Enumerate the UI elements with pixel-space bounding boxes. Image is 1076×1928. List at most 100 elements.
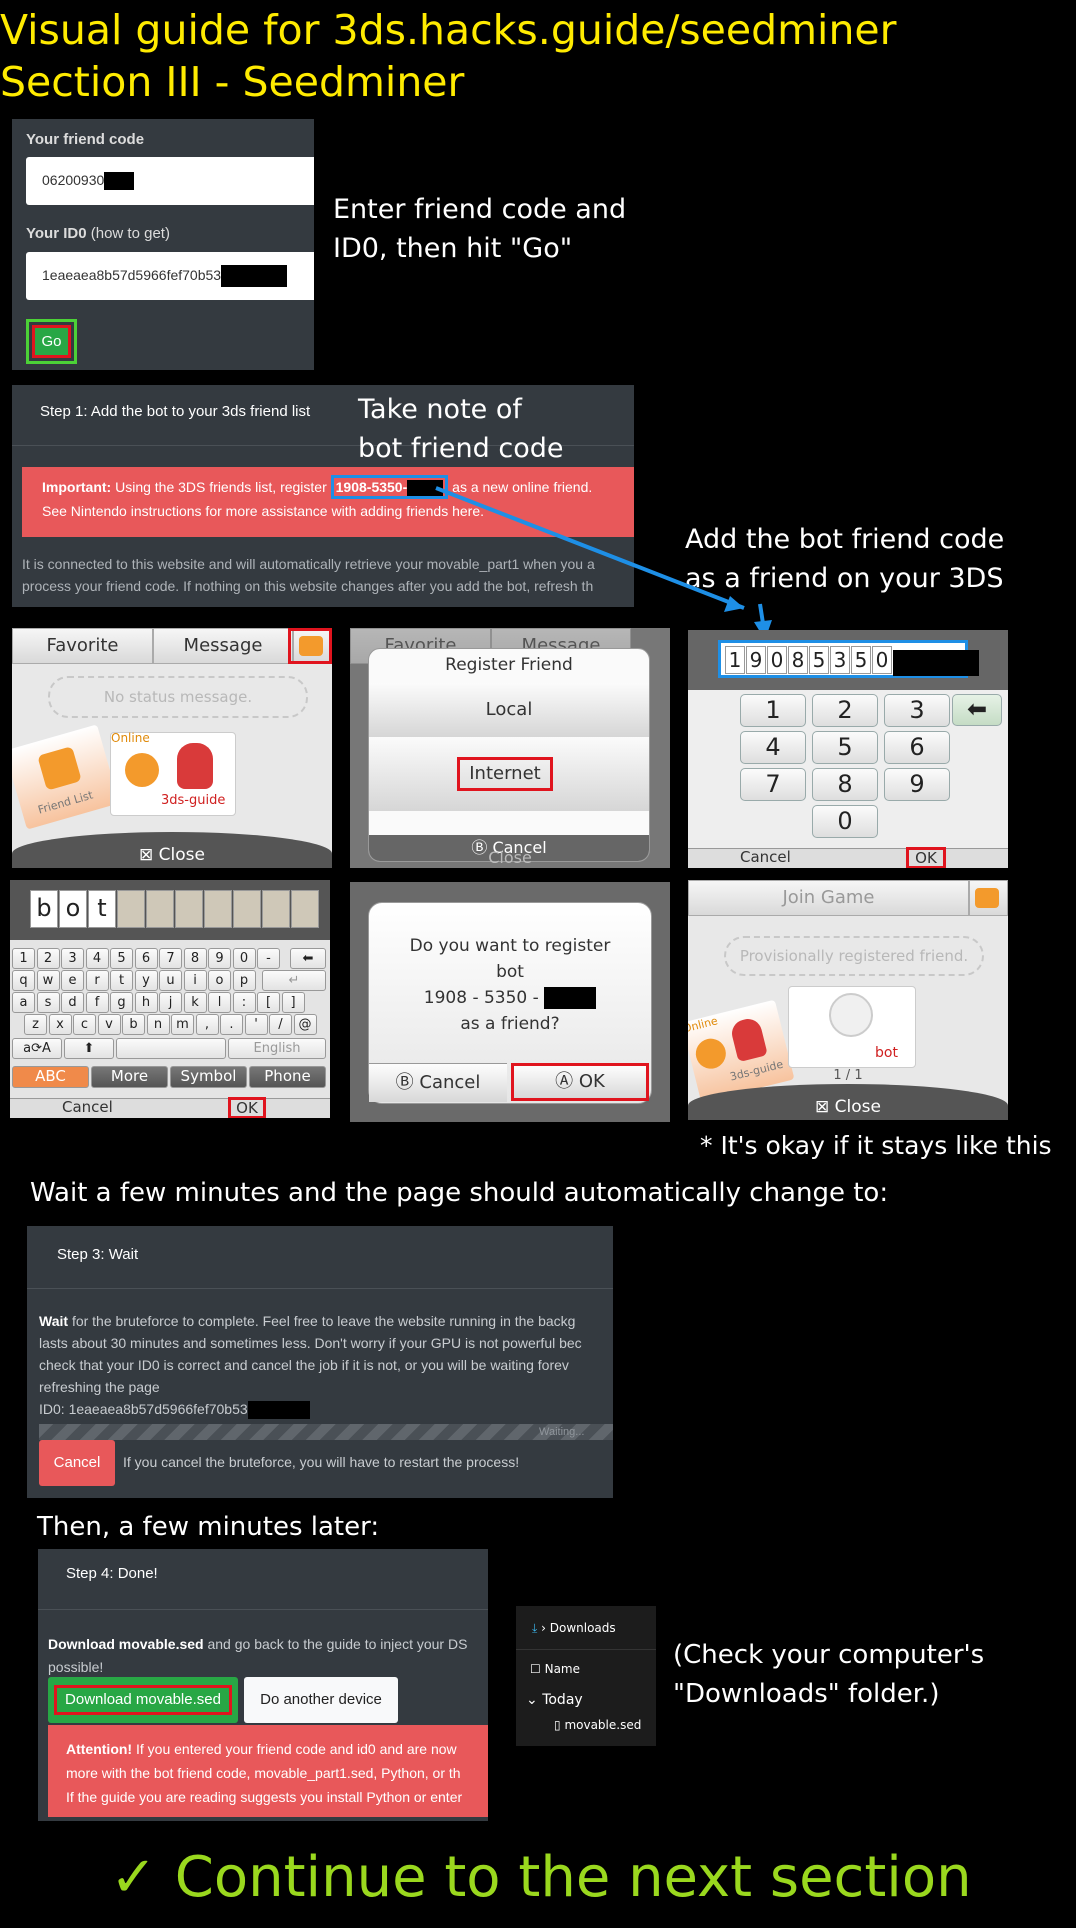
mode-phone[interactable]: Phone	[249, 1066, 326, 1088]
key-row3-7[interactable]: k	[183, 992, 207, 1013]
key-row3-0[interactable]: a	[12, 992, 35, 1013]
key-8[interactable]: 8	[812, 768, 878, 801]
key-row1-8[interactable]: 9	[208, 948, 231, 969]
key-row3-1[interactable]: s	[36, 992, 60, 1013]
digit-box: 0	[872, 646, 892, 674]
key-row4-7[interactable]: ,	[195, 1014, 219, 1035]
key-row2-3[interactable]: r	[85, 970, 109, 991]
key-row1-6[interactable]: 7	[159, 948, 182, 969]
key-row3-2[interactable]: d	[61, 992, 84, 1013]
key-row3-4[interactable]: g	[110, 992, 133, 1013]
key-1[interactable]: 1	[740, 694, 806, 727]
key-row4-6[interactable]: m	[171, 1014, 194, 1035]
bot-card-name: bot	[875, 1045, 898, 1061]
close-bar[interactable]: ⊠ Close	[12, 832, 332, 868]
name-column[interactable]: ☐ Name	[530, 1662, 580, 1676]
key-0[interactable]: 0	[812, 805, 878, 838]
key-3[interactable]: 3	[884, 694, 950, 727]
key-row1-1[interactable]: 2	[36, 948, 60, 969]
key-row1-10[interactable]: -	[257, 948, 280, 969]
key-row1-2[interactable]: 3	[61, 948, 84, 969]
ds-join-screen: Join Game Provisionally registered frien…	[688, 880, 1008, 1120]
checkbox-icon: ☐	[530, 1662, 541, 1676]
key-row4-5[interactable]: n	[146, 1014, 170, 1035]
key-7[interactable]: 7	[740, 768, 806, 801]
key-row4-1[interactable]: x	[48, 1014, 72, 1035]
mode-symbol[interactable]: Symbol	[170, 1066, 247, 1088]
close-icon: ⊠	[139, 845, 154, 865]
shift-key[interactable]: ⬆	[64, 1038, 114, 1059]
backspace-key[interactable]: ⬅	[952, 694, 1002, 726]
today-group[interactable]: ⌄ Today	[526, 1692, 583, 1708]
confirm-cancel[interactable]: Ⓑ Cancel	[369, 1063, 507, 1102]
key-2[interactable]: 2	[812, 694, 878, 727]
key-row4-2[interactable]: c	[73, 1014, 96, 1035]
friend-card[interactable]: Online 3ds-guide	[110, 731, 236, 816]
explorer-breadcrumb[interactable]: ⤓ › Downloads	[516, 1606, 656, 1650]
bot-card[interactable]: bot	[788, 986, 916, 1068]
key-row1-3[interactable]: 4	[85, 948, 109, 969]
keypad-cancel[interactable]: Cancel	[740, 848, 791, 866]
key-row4-8[interactable]: .	[220, 1014, 243, 1035]
step4-panel: Step 4: Done! Download movable.sed and g…	[38, 1549, 488, 1821]
key-row3-11[interactable]: ]	[281, 992, 305, 1013]
key-row3-6[interactable]: j	[159, 992, 182, 1013]
cancel-button[interactable]: Cancel	[39, 1440, 115, 1486]
key-row2-6[interactable]: u	[159, 970, 182, 991]
enter-key[interactable]: ↵	[262, 970, 326, 991]
silhouette-avatar	[829, 993, 873, 1037]
key-row1-5[interactable]: 6	[134, 948, 158, 969]
tab-message[interactable]: Message	[153, 628, 293, 664]
key-row4-0[interactable]: z	[24, 1014, 47, 1035]
key-row1-9[interactable]: 0	[232, 948, 256, 969]
key-row3-5[interactable]: h	[134, 992, 158, 1013]
caps-key[interactable]: a⟳A	[12, 1038, 62, 1059]
another-device-button[interactable]: Do another device	[244, 1677, 398, 1723]
confirm-ok[interactable]: Ⓐ OK	[511, 1063, 649, 1101]
key-row2-7[interactable]: i	[183, 970, 207, 991]
keyboard-ok[interactable]: OK	[228, 1097, 266, 1118]
digit-box: 9	[746, 646, 766, 674]
key-row1-0[interactable]: 1	[12, 948, 35, 969]
key-6[interactable]: 6	[884, 731, 950, 764]
continue-text: Continue to the next section	[174, 1845, 972, 1910]
space-key[interactable]	[116, 1038, 226, 1059]
backspace-key[interactable]: ⬅	[290, 948, 326, 969]
key-row2-4[interactable]: t	[110, 970, 133, 991]
tab-favorite[interactable]: Favorite	[12, 628, 153, 664]
key-row4-9[interactable]: '	[244, 1014, 268, 1035]
key-row4-10[interactable]: /	[269, 1014, 292, 1035]
a-button-icon: Ⓐ	[555, 1071, 574, 1092]
key-row2-9[interactable]: p	[232, 970, 256, 991]
key-row2-2[interactable]: e	[61, 970, 84, 991]
movable-file[interactable]: ▯ movable.sed	[554, 1718, 641, 1732]
key-row3-10[interactable]: [	[257, 992, 280, 1013]
key-row3-8[interactable]: l	[208, 992, 231, 1013]
keypad-ok[interactable]: OK	[906, 847, 946, 868]
key-9[interactable]: 9	[884, 768, 950, 801]
key-row2-5[interactable]: y	[134, 970, 158, 991]
key-4[interactable]: 4	[740, 731, 806, 764]
key-5[interactable]: 5	[812, 731, 878, 764]
key-row1-4[interactable]: 5	[110, 948, 133, 969]
key-row3-3[interactable]: f	[85, 992, 109, 1013]
key-row1-7[interactable]: 8	[183, 948, 207, 969]
progress-text: Waiting...	[539, 1426, 585, 1438]
keyboard-cancel[interactable]: Cancel	[62, 1098, 113, 1116]
option-local[interactable]: Local	[369, 683, 649, 737]
step3-header: Step 3: Wait	[57, 1246, 139, 1263]
key-row2-0[interactable]: q	[12, 970, 35, 991]
key-row4-4[interactable]: b	[122, 1014, 145, 1035]
option-internet-row[interactable]: Internet	[369, 737, 649, 811]
download-button[interactable]: Download movable.sed	[48, 1677, 238, 1723]
key-row3-9[interactable]: :	[232, 992, 256, 1013]
option-internet[interactable]: Internet	[457, 757, 553, 791]
key-row4-3[interactable]: v	[97, 1014, 121, 1035]
key-row2-8[interactable]: o	[208, 970, 231, 991]
step4-header: Step 4: Done!	[66, 1565, 158, 1582]
mode-more[interactable]: More	[91, 1066, 168, 1088]
key-row4-11[interactable]: @	[293, 1014, 317, 1035]
key-row2-1[interactable]: w	[36, 970, 60, 991]
close-bar[interactable]: ⊠ Close	[688, 1084, 1008, 1120]
mode-abc[interactable]: ABC	[12, 1066, 89, 1088]
